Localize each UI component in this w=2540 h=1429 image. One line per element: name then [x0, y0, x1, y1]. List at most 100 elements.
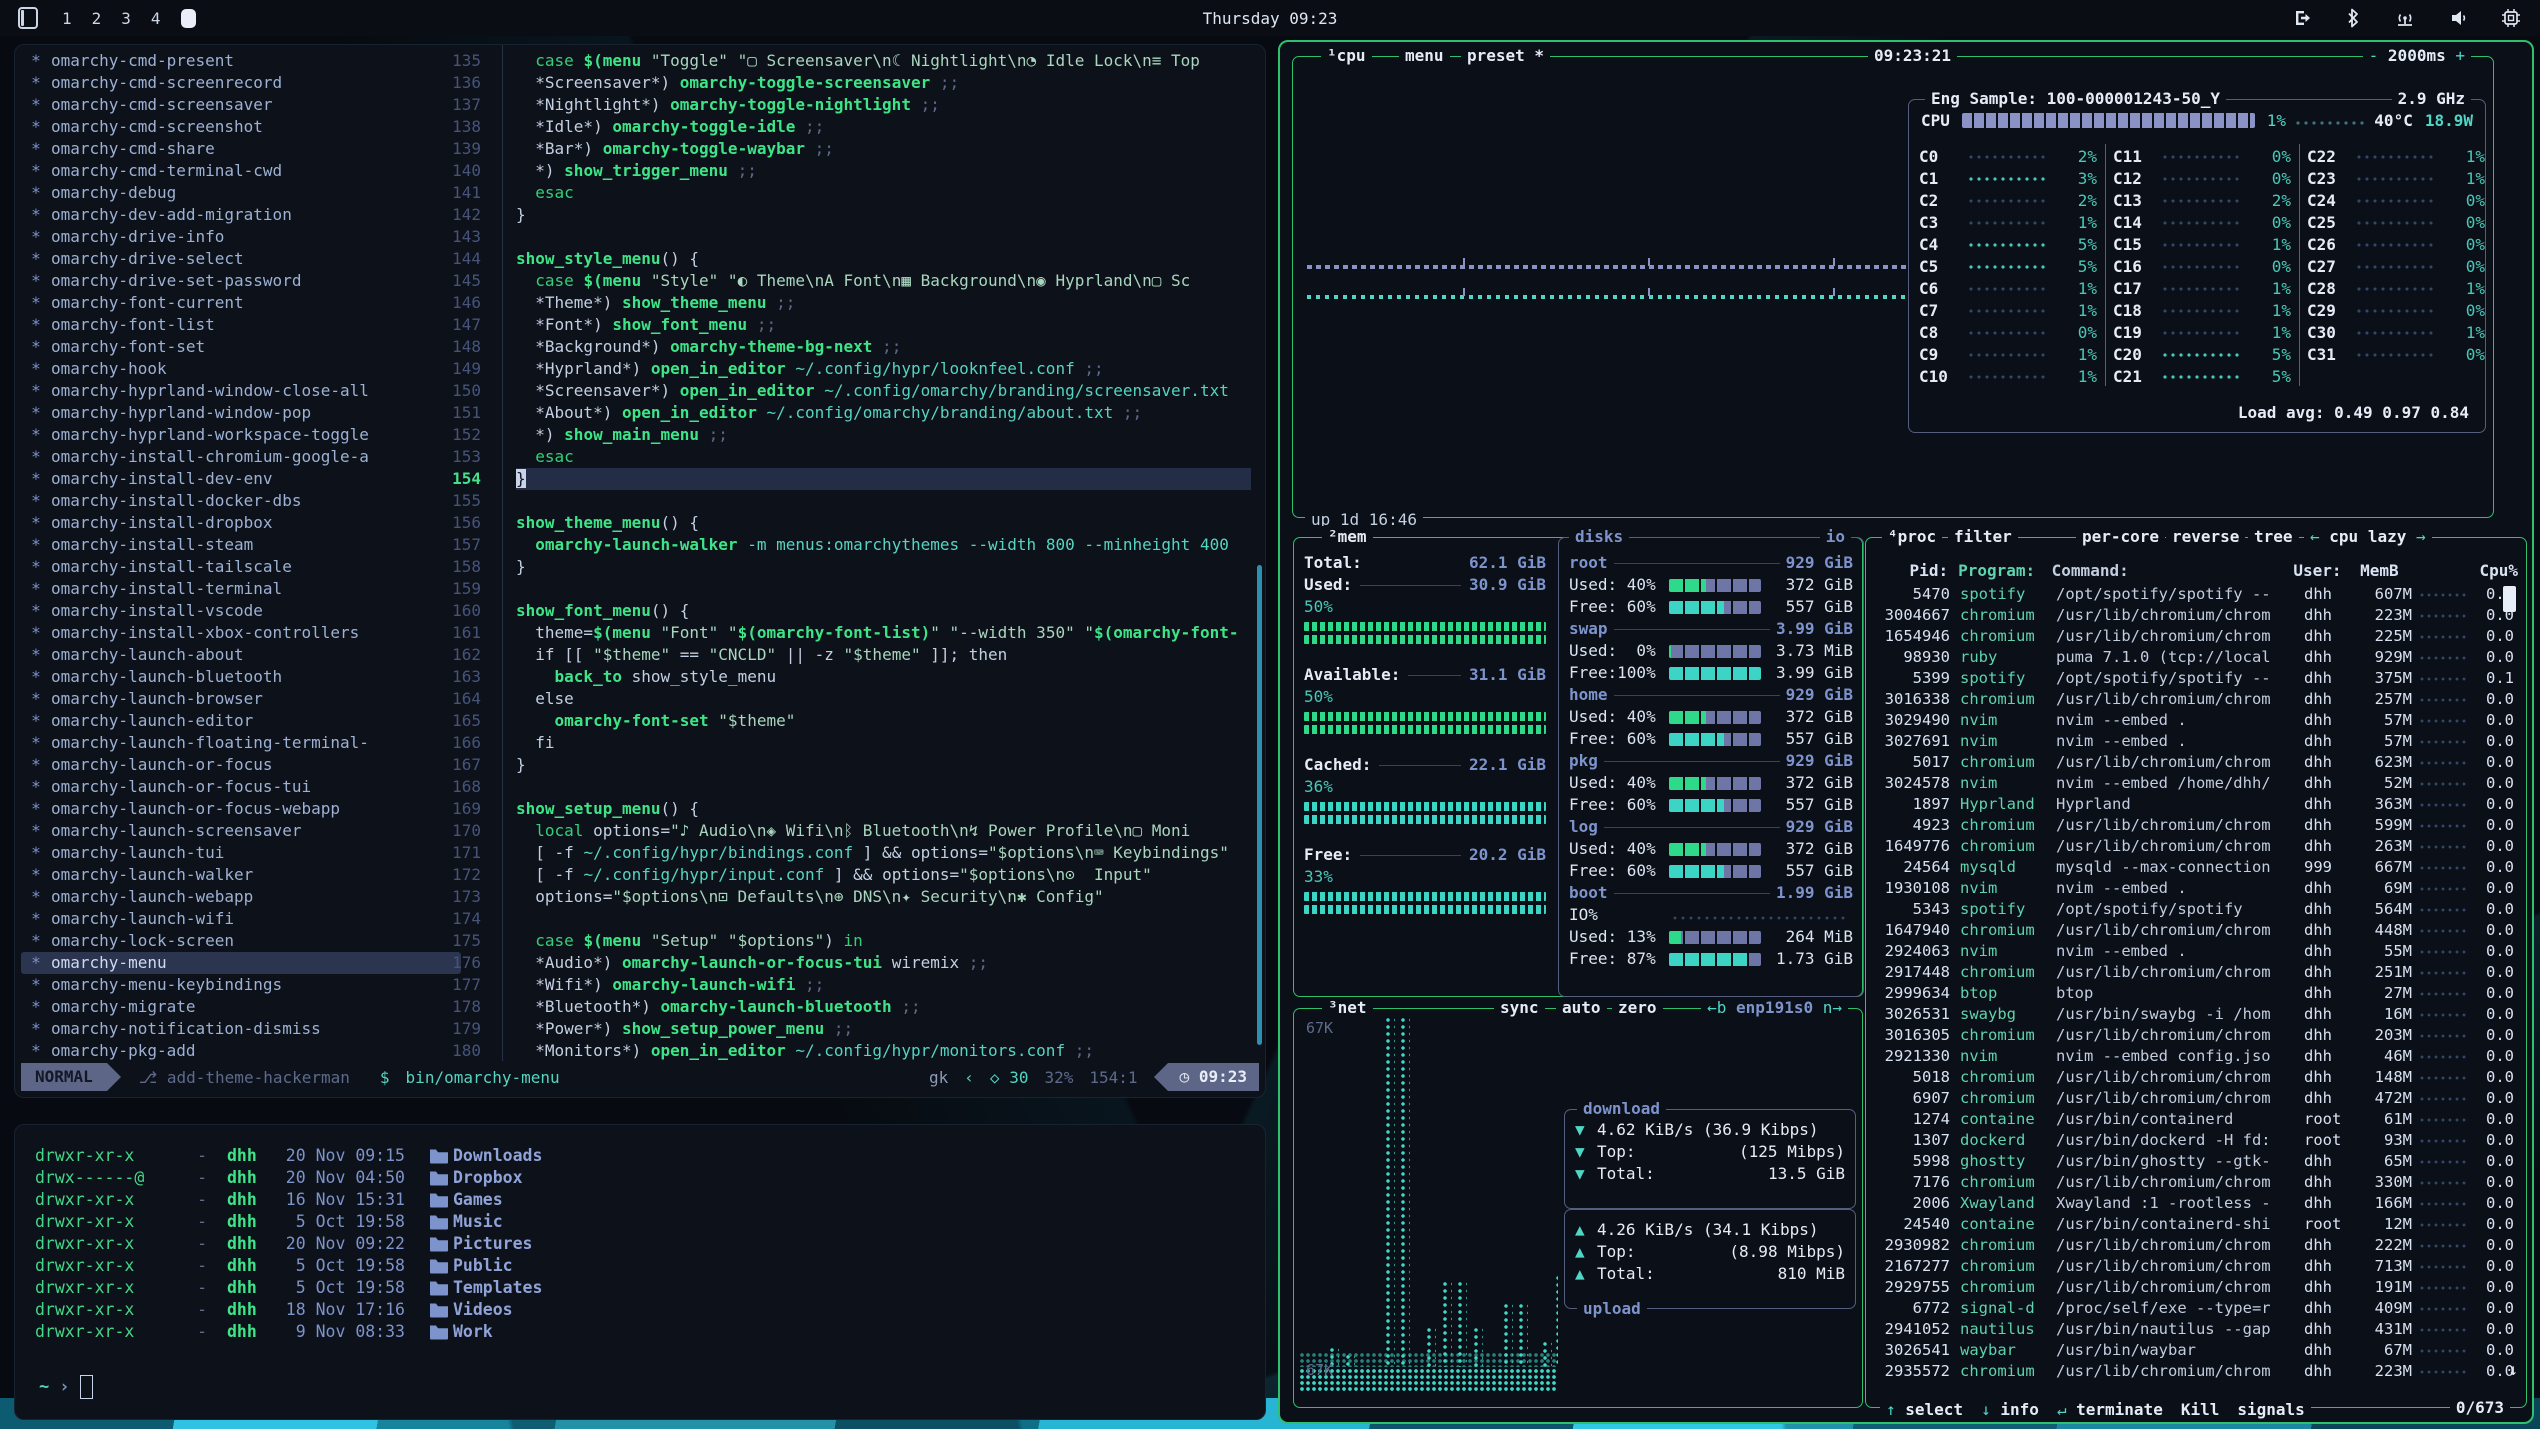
process-row[interactable]: 3027691nvimnvim --embed .dhh57M0.0: [1874, 731, 2518, 752]
file-item[interactable]: *omarchy-drive-info: [21, 226, 461, 248]
process-row[interactable]: 5470spotify/opt/spotify/spotify --dhh607…: [1874, 584, 2518, 605]
file-item[interactable]: *omarchy-drive-select: [21, 248, 461, 270]
file-item[interactable]: *omarchy-launch-or-focus-tui: [21, 776, 461, 798]
process-row[interactable]: 2929755chromium/usr/lib/chromium/chromdh…: [1874, 1277, 2518, 1298]
process-row[interactable]: 1654946chromium/usr/lib/chromium/chromdh…: [1874, 626, 2518, 647]
process-row[interactable]: 7176chromium/usr/lib/chromium/chromdhh33…: [1874, 1172, 2518, 1193]
process-row[interactable]: 2999634btopbtopdhh27M0.0: [1874, 983, 2518, 1004]
proc-action-signals[interactable]: signals: [2237, 1400, 2304, 1419]
process-row[interactable]: 2941052nautilus/usr/bin/nautilus --gapdh…: [1874, 1319, 2518, 1340]
process-row[interactable]: 3029490nvimnvim --embed .dhh57M0.0: [1874, 710, 2518, 731]
file-item[interactable]: *omarchy-launch-or-focus-webapp: [21, 798, 461, 820]
file-item[interactable]: *omarchy-launch-bluetooth: [21, 666, 461, 688]
process-row[interactable]: 3024578nvimnvim --embed /home/dhh/dhh52M…: [1874, 773, 2518, 794]
file-item[interactable]: *omarchy-debug: [21, 182, 461, 204]
file-item[interactable]: *omarchy-font-list: [21, 314, 461, 336]
process-row[interactable]: 3016338chromium/usr/lib/chromium/chromdh…: [1874, 689, 2518, 710]
process-row[interactable]: 2935572chromium/usr/lib/chromium/chromdh…: [1874, 1361, 2518, 1382]
file-item[interactable]: *omarchy-install-dev-env: [21, 468, 461, 490]
sort-column-switcher[interactable]: ← cpu lazy →: [2304, 526, 2432, 548]
file-item[interactable]: *omarchy-menu-keybindings: [21, 974, 461, 996]
process-row[interactable]: 3026541waybar/usr/bin/waybardhh67M0.0: [1874, 1340, 2518, 1361]
file-item[interactable]: *omarchy-install-tailscale: [21, 556, 461, 578]
process-row[interactable]: 2924063nvimnvim --embed .dhh55M0.0: [1874, 941, 2518, 962]
file-item[interactable]: *omarchy-launch-walker: [21, 864, 461, 886]
proc-action-select[interactable]: ↑ select: [1886, 1400, 1963, 1419]
process-row[interactable]: 1930108nvimnvim --embed .dhh69M0.0: [1874, 878, 2518, 899]
file-item[interactable]: *omarchy-hyprland-window-close-all: [21, 380, 461, 402]
refresh-interval[interactable]: - 2000ms +: [2363, 45, 2471, 67]
file-item[interactable]: *omarchy-launch-about: [21, 644, 461, 666]
process-row[interactable]: 5017chromium/usr/lib/chromium/chromdhh62…: [1874, 752, 2518, 773]
process-row[interactable]: 1647940chromium/usr/lib/chromium/chromdh…: [1874, 920, 2518, 941]
process-row[interactable]: 1897HyprlandHyprlanddhh363M0.0: [1874, 794, 2518, 815]
file-item[interactable]: *omarchy-launch-floating-terminal-: [21, 732, 461, 754]
file-item[interactable]: *omarchy-launch-screensaver: [21, 820, 461, 842]
file-item[interactable]: *omarchy-cmd-share: [21, 138, 461, 160]
process-row[interactable]: 5018chromium/usr/lib/chromium/chromdhh14…: [1874, 1067, 2518, 1088]
reverse-button[interactable]: reverse: [2166, 526, 2245, 548]
process-row[interactable]: 3016305chromium/usr/lib/chromium/chromdh…: [1874, 1025, 2518, 1046]
process-row[interactable]: 2167277chromium/usr/lib/chromium/chromdh…: [1874, 1256, 2518, 1277]
file-item[interactable]: *omarchy-launch-editor: [21, 710, 461, 732]
file-item[interactable]: *omarchy-install-dropbox: [21, 512, 461, 534]
process-row[interactable]: 1649776chromium/usr/lib/chromium/chromdh…: [1874, 836, 2518, 857]
net-zero-button[interactable]: zero: [1612, 997, 1663, 1019]
file-item[interactable]: *omarchy-cmd-present: [21, 50, 461, 72]
preset-button[interactable]: preset *: [1461, 45, 1550, 67]
process-row[interactable]: 24540containe/usr/bin/containerd-shiroot…: [1874, 1214, 2518, 1235]
io-tab[interactable]: io: [1820, 526, 1851, 548]
file-item[interactable]: *omarchy-menu: [21, 952, 461, 974]
proc-action-info[interactable]: ↓ info: [1981, 1400, 2039, 1419]
file-item[interactable]: *omarchy-cmd-terminal-cwd: [21, 160, 461, 182]
file-item[interactable]: *omarchy-install-docker-dbs: [21, 490, 461, 512]
file-item[interactable]: *omarchy-launch-webapp: [21, 886, 461, 908]
process-row[interactable]: 3004667chromium/usr/lib/chromium/chromdh…: [1874, 605, 2518, 626]
proc-action-kill[interactable]: Kill: [2181, 1400, 2220, 1419]
proc-action-terminate[interactable]: ↵ terminate: [2057, 1400, 2163, 1419]
process-row[interactable]: 4923chromium/usr/lib/chromium/chromdhh59…: [1874, 815, 2518, 836]
proc-scrollbar[interactable]: [2503, 586, 2516, 612]
per-core-button[interactable]: per-core: [2076, 526, 2165, 548]
process-row[interactable]: 5399spotify/opt/spotify/spotify --dhh375…: [1874, 668, 2518, 689]
process-row[interactable]: 98930rubypuma 7.1.0 (tcp://localdhh929M0…: [1874, 647, 2518, 668]
file-item[interactable]: *omarchy-migrate: [21, 996, 461, 1018]
file-item[interactable]: *omarchy-launch-browser: [21, 688, 461, 710]
process-row[interactable]: 3026531swaybg/usr/bin/swaybg -i /homdhh1…: [1874, 1004, 2518, 1025]
filter-button[interactable]: filter: [1948, 526, 2018, 548]
net-auto-button[interactable]: auto: [1556, 997, 1607, 1019]
proc-scroll-down-arrow[interactable]: ↓: [2508, 1360, 2518, 1379]
file-item[interactable]: *omarchy-install-steam: [21, 534, 461, 556]
file-item[interactable]: *omarchy-font-current: [21, 292, 461, 314]
file-item[interactable]: *omarchy-install-vscode: [21, 600, 461, 622]
file-item[interactable]: *omarchy-launch-wifi: [21, 908, 461, 930]
file-item[interactable]: *omarchy-hyprland-window-pop: [21, 402, 461, 424]
file-item[interactable]: *omarchy-hook: [21, 358, 461, 380]
editor-scrollbar[interactable]: [1257, 565, 1262, 1045]
file-item[interactable]: *omarchy-font-set: [21, 336, 461, 358]
process-row[interactable]: 2006XwaylandXwayland :1 -rootless -dhh16…: [1874, 1193, 2518, 1214]
file-item[interactable]: *omarchy-drive-set-password: [21, 270, 461, 292]
file-item[interactable]: *omarchy-install-chromium-google-a: [21, 446, 461, 468]
tree-button[interactable]: tree: [2248, 526, 2299, 548]
process-row[interactable]: 2917448chromium/usr/lib/chromium/chromdh…: [1874, 962, 2518, 983]
shell-prompt[interactable]: ~ ›: [39, 1375, 93, 1399]
file-item[interactable]: *omarchy-cmd-screenshot: [21, 116, 461, 138]
process-row[interactable]: 1307dockerd/usr/bin/dockerd -H fd:root93…: [1874, 1130, 2518, 1151]
file-item[interactable]: *omarchy-notification-dismiss: [21, 1018, 461, 1040]
process-row[interactable]: 5343spotify/opt/spotify/spotifydhh564M0.…: [1874, 899, 2518, 920]
process-row[interactable]: 5998ghostty/usr/bin/ghostty --gtk-dhh65M…: [1874, 1151, 2518, 1172]
net-interface-switcher[interactable]: ←b enp191s0 n→: [1701, 997, 1848, 1019]
process-row[interactable]: 6907chromium/usr/lib/chromium/chromdhh47…: [1874, 1088, 2518, 1109]
process-row[interactable]: 6772signal-d/proc/self/exe --type=rdhh40…: [1874, 1298, 2518, 1319]
file-item[interactable]: *omarchy-dev-add-migration: [21, 204, 461, 226]
file-item[interactable]: *omarchy-install-terminal: [21, 578, 461, 600]
process-row[interactable]: 2930982chromium/usr/lib/chromium/chromdh…: [1874, 1235, 2518, 1256]
file-item[interactable]: *omarchy-lock-screen: [21, 930, 461, 952]
file-item[interactable]: *omarchy-hyprland-workspace-toggle: [21, 424, 461, 446]
process-row[interactable]: 24564mysqldmysqld --max-connection999667…: [1874, 857, 2518, 878]
file-item[interactable]: *omarchy-launch-tui: [21, 842, 461, 864]
process-row[interactable]: 2921330nvimnvim --embed config.jsodhh46M…: [1874, 1046, 2518, 1067]
file-item[interactable]: *omarchy-install-xbox-controllers: [21, 622, 461, 644]
process-row[interactable]: 1274containe/usr/bin/containerdroot61M0.…: [1874, 1109, 2518, 1130]
